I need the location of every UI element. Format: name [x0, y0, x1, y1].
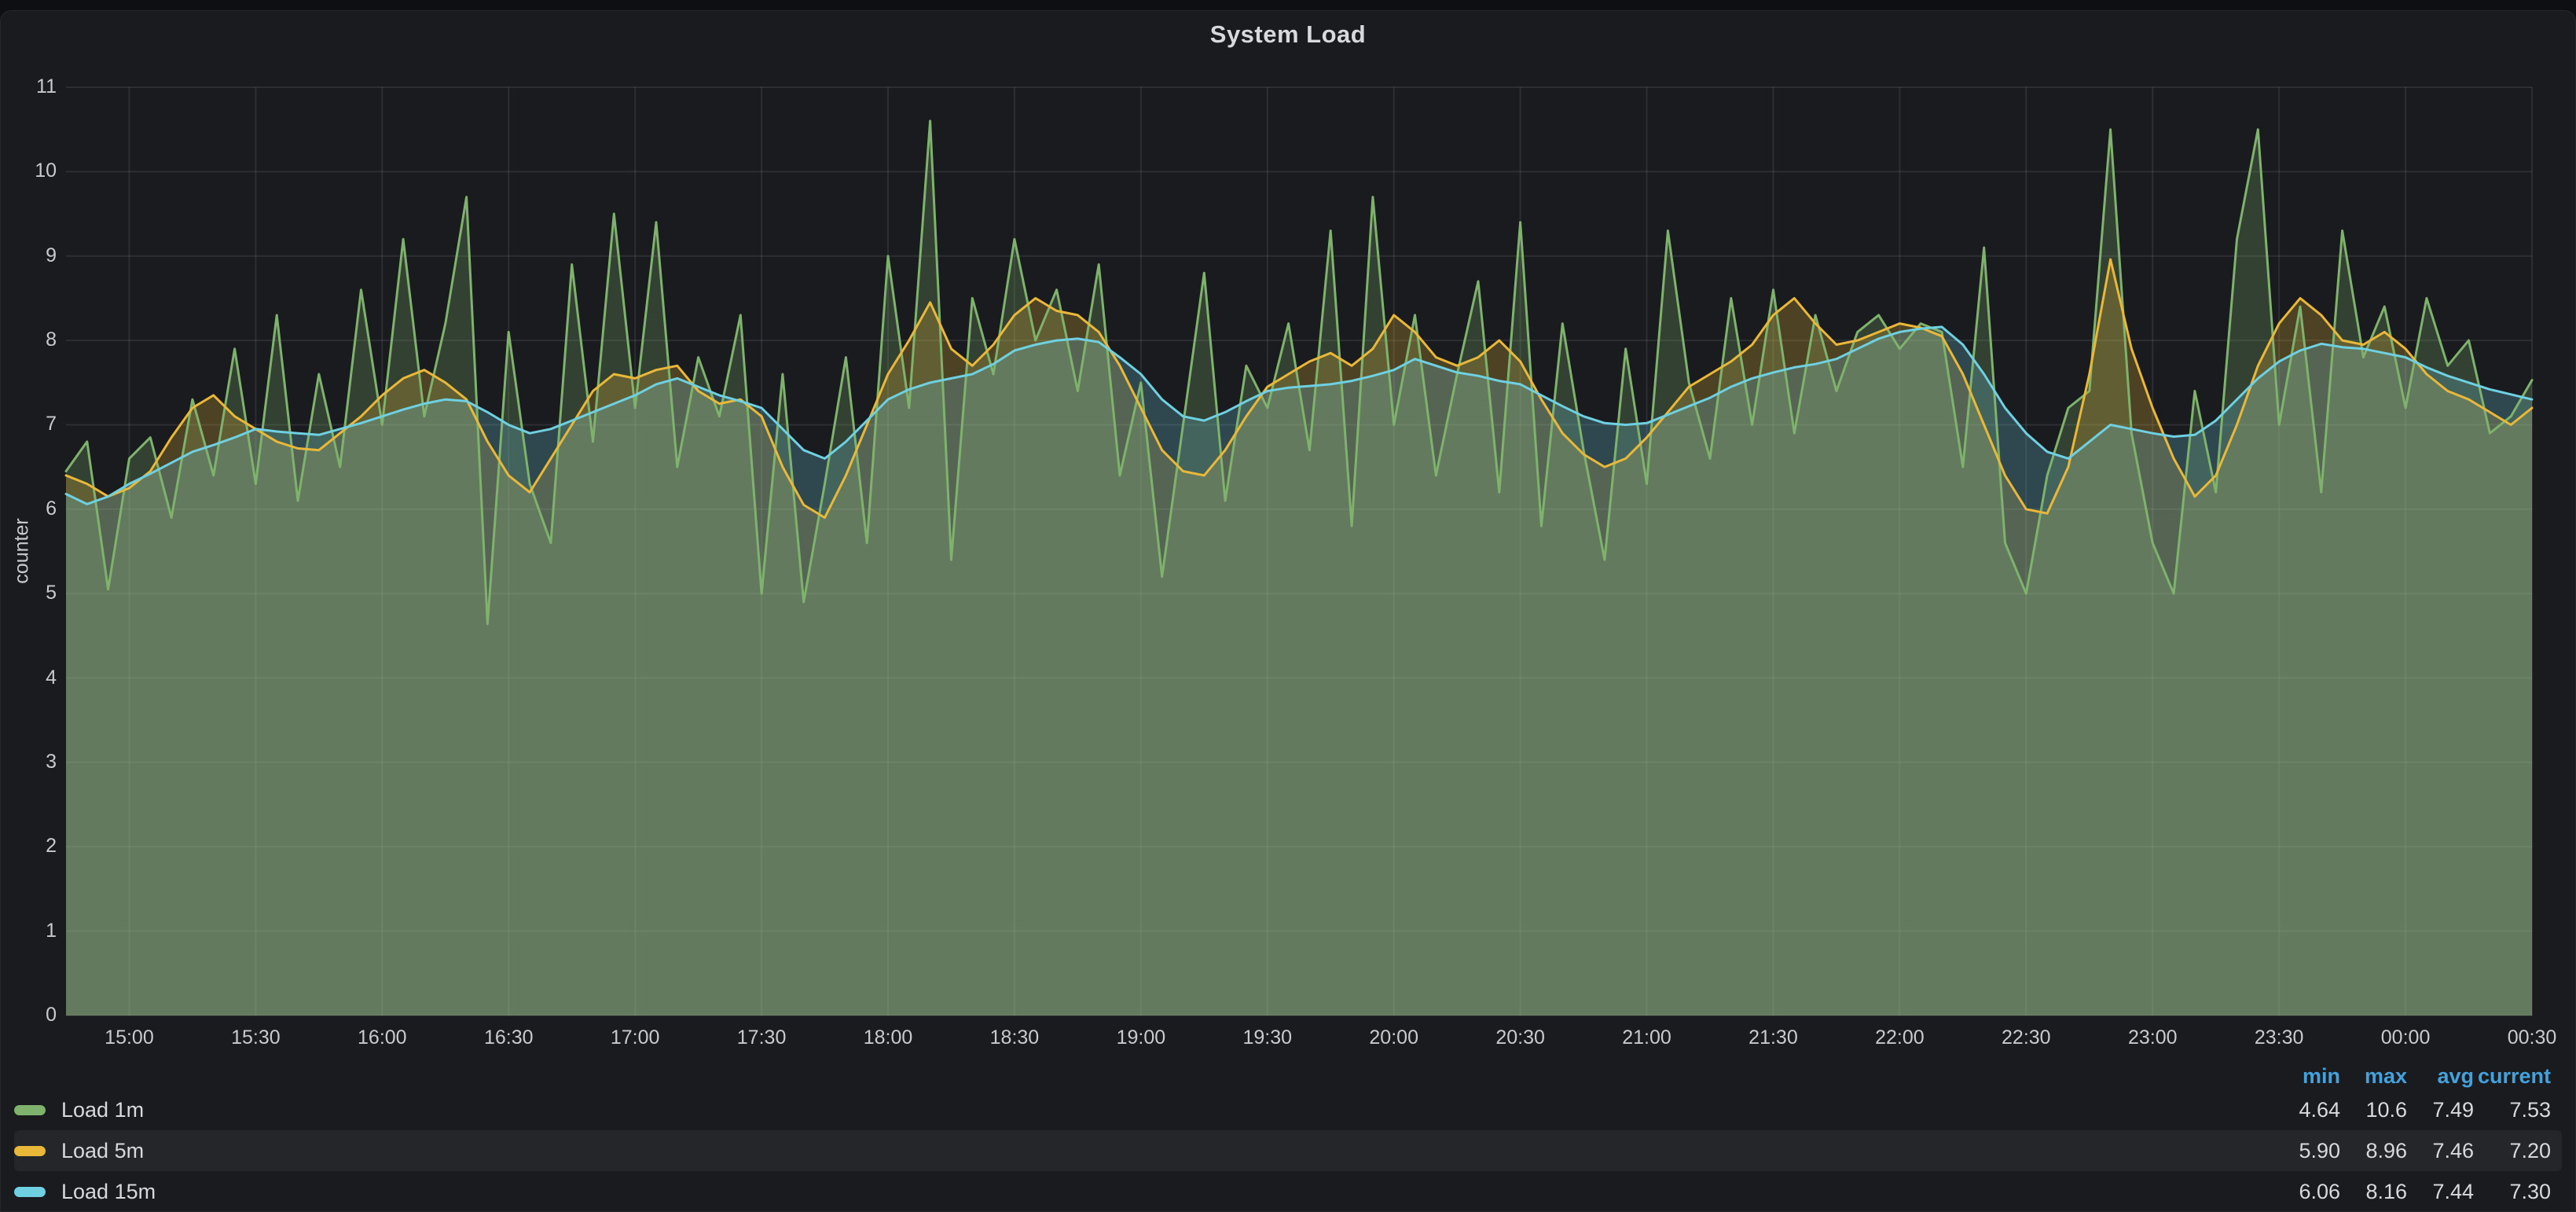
y-tick-label: 9: [0, 244, 57, 267]
x-tick-label: 22:00: [1875, 1027, 1925, 1049]
y-tick-label: 0: [0, 1004, 57, 1027]
legend-row-load-1m[interactable]: Load 1m 4.6410.67.497.53: [14, 1089, 2562, 1130]
legend-header-row: minmaxavgcurrent: [14, 1063, 2562, 1089]
y-tick-label: 3: [0, 751, 57, 773]
x-tick-label: 19:00: [1117, 1027, 1166, 1049]
y-tick-label: 4: [0, 666, 57, 689]
legend-stat-max: 8.16: [2340, 1180, 2407, 1204]
x-tick-label: 16:00: [358, 1027, 407, 1049]
legend-stat-max: 8.96: [2340, 1139, 2407, 1163]
legend-stat-avg: 7.44: [2407, 1180, 2474, 1204]
legend-sort-current[interactable]: current: [2474, 1064, 2551, 1089]
series-color-swatch-icon[interactable]: [14, 1105, 46, 1115]
x-tick-label: 16:30: [484, 1027, 534, 1049]
legend-sort-avg[interactable]: avg: [2407, 1064, 2474, 1089]
x-tick-label: 15:30: [231, 1027, 281, 1049]
x-tick-label: 15:00: [105, 1027, 154, 1049]
legend-stat-avg: 7.46: [2407, 1139, 2474, 1163]
x-tick-label: 17:00: [611, 1027, 660, 1049]
legend-series-label[interactable]: Load 5m: [61, 1139, 144, 1163]
legend-row-load-5m[interactable]: Load 5m 5.908.967.467.20: [14, 1130, 2562, 1171]
x-tick-label: 21:30: [1749, 1027, 1798, 1049]
legend-row-load-15m[interactable]: Load 15m 6.068.167.447.30: [14, 1171, 2562, 1212]
x-tick-label: 23:30: [2255, 1027, 2304, 1049]
x-tick-label: 21:00: [1622, 1027, 1671, 1049]
series-color-swatch-icon[interactable]: [14, 1187, 46, 1197]
y-tick-label: 10: [0, 160, 57, 182]
x-tick-label: 00:00: [2381, 1027, 2431, 1049]
legend-stat-min: 5.90: [2262, 1139, 2340, 1163]
y-tick-label: 11: [0, 75, 57, 98]
dashboard-page: System Load counter 0 1 2 3 4 5 6 7 8 9 10 11 15:00…: [0, 0, 2576, 1212]
panel-title[interactable]: System Load: [0, 20, 2576, 49]
y-tick-label: 6: [0, 498, 57, 520]
y-tick-label: 2: [0, 835, 57, 858]
legend-series-label[interactable]: Load 15m: [61, 1180, 156, 1204]
x-tick-label: 20:00: [1369, 1027, 1418, 1049]
x-tick-label: 19:30: [1242, 1027, 1292, 1049]
x-tick-label: 17:30: [737, 1027, 787, 1049]
x-tick-label: 23:00: [2128, 1027, 2178, 1049]
legend: minmaxavgcurrentLoad 1m4.6410.67.497.53L…: [0, 1063, 2576, 1212]
legend-stat-min: 6.06: [2262, 1180, 2340, 1204]
y-axis-title: counter: [11, 518, 34, 583]
x-tick-label: 18:30: [990, 1027, 1040, 1049]
y-tick-label: 7: [0, 413, 57, 435]
legend-stat-avg: 7.49: [2407, 1098, 2474, 1122]
x-tick-label: 22:30: [2002, 1027, 2051, 1049]
x-tick-label: 20:30: [1495, 1027, 1545, 1049]
y-tick-label: 1: [0, 920, 57, 942]
legend-stat-min: 4.64: [2262, 1098, 2340, 1122]
legend-stat-max: 10.6: [2340, 1098, 2407, 1122]
legend-stat-current: 7.20: [2474, 1139, 2551, 1163]
legend-stat-current: 7.53: [2474, 1098, 2551, 1122]
legend-sort-min[interactable]: min: [2262, 1064, 2340, 1089]
y-tick-label: 5: [0, 582, 57, 604]
x-tick-label: 00:30: [2508, 1027, 2557, 1049]
legend-sort-max[interactable]: max: [2340, 1064, 2407, 1089]
x-tick-label: 18:00: [864, 1027, 913, 1049]
legend-stat-current: 7.30: [2474, 1180, 2551, 1204]
series-color-swatch-icon[interactable]: [14, 1146, 46, 1156]
y-tick-label: 8: [0, 329, 57, 351]
legend-series-label[interactable]: Load 1m: [61, 1098, 144, 1122]
